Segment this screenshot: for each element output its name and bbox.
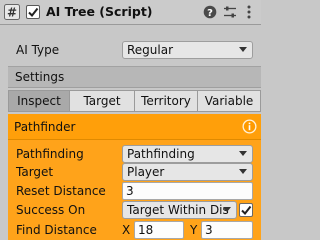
find-distance-y-label: Y — [190, 223, 198, 237]
pathfinder-title: Pathfinder — [14, 120, 76, 134]
chevron-down-icon — [239, 169, 247, 174]
svg-text:#: # — [7, 6, 17, 20]
info-icon[interactable] — [242, 119, 257, 134]
success-on-value: Target Within Dis — [127, 203, 229, 217]
find-distance-y-field[interactable]: 3 — [201, 221, 253, 239]
script-hash-icon: # — [4, 4, 20, 20]
target-label: Target — [16, 165, 54, 179]
target-dropdown[interactable]: Player — [122, 163, 253, 181]
svg-text:?: ? — [207, 8, 213, 19]
ai-type-dropdown[interactable]: Regular — [122, 41, 253, 59]
help-icon[interactable]: ? — [203, 5, 217, 19]
tab-target[interactable]: Target — [69, 90, 135, 112]
pathfinding-dropdown[interactable]: Pathfinding — [122, 145, 253, 163]
component-title: AI Tree (Script) — [46, 4, 153, 19]
success-on-checkbox[interactable] — [239, 203, 253, 217]
chevron-down-icon — [223, 207, 231, 212]
success-on-dropdown[interactable]: Target Within Dis — [122, 201, 237, 219]
find-distance-label: Find Distance — [16, 223, 97, 237]
target-value: Player — [127, 165, 165, 179]
pathfinding-value: Pathfinding — [127, 147, 195, 161]
find-distance-x-field[interactable]: 18 — [134, 221, 184, 239]
success-on-label: Success On — [16, 203, 86, 217]
reset-distance-label: Reset Distance — [16, 184, 106, 198]
tab-variable[interactable]: Variable — [197, 90, 261, 112]
more-icon[interactable] — [246, 3, 252, 21]
chevron-down-icon — [239, 151, 247, 156]
check-icon — [28, 7, 39, 18]
ai-type-value: Regular — [127, 43, 174, 57]
check-icon — [241, 205, 252, 216]
reset-distance-field[interactable]: 3 — [122, 182, 253, 200]
tab-territory[interactable]: Territory — [134, 90, 198, 112]
pathfinding-label: Pathfinding — [16, 147, 84, 161]
find-distance-x-label: X — [122, 223, 131, 237]
component-enabled-checkbox[interactable] — [26, 5, 40, 19]
preset-sliders-icon[interactable] — [223, 5, 237, 19]
tab-inspect[interactable]: Inspect — [8, 90, 70, 112]
ai-type-label: AI Type — [16, 43, 60, 57]
settings-section[interactable]: Settings — [8, 66, 261, 88]
chevron-down-icon — [239, 47, 247, 52]
